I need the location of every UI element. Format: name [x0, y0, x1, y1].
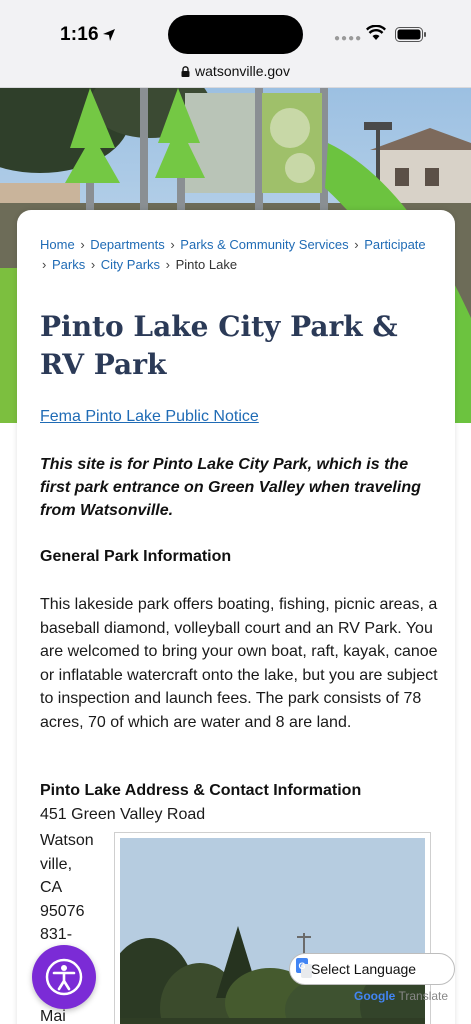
translate-wordmark: Translate — [398, 989, 449, 1003]
address-state: CA — [40, 879, 63, 896]
address-zip: 95076 — [40, 902, 85, 920]
breadcrumb-home[interactable]: Home — [40, 237, 75, 252]
url-text: watsonville.gov — [195, 63, 290, 79]
accessibility-button[interactable] — [32, 945, 96, 1009]
page-title: Pinto Lake City Park & RV Park — [40, 310, 398, 381]
powered-by-google-translate[interactable]: Google Translate — [354, 989, 448, 1003]
address-street: 451 Green Valley Road — [40, 806, 206, 823]
breadcrumb-separator: › — [170, 237, 175, 252]
breadcrumb-separator: › — [42, 257, 47, 272]
breadcrumb-participate[interactable]: Participate — [364, 237, 425, 252]
google-wordmark: Google — [354, 989, 396, 1003]
breadcrumb-parks-community-services[interactable]: Parks & Community Services — [180, 237, 348, 252]
breadcrumb-parks[interactable]: Parks — [52, 257, 85, 272]
content-card: Home › Departments › Parks & Community S… — [17, 210, 455, 1024]
battery-icon — [395, 27, 426, 42]
lock-icon — [181, 66, 190, 77]
language-select-label: Select Language — [311, 961, 417, 977]
breadcrumb-current: Pinto Lake — [175, 257, 238, 272]
status-bar: 1:16 ●●●● — [0, 0, 471, 60]
breadcrumb: Home › Departments › Parks & Community S… — [40, 235, 440, 275]
breadcrumb-separator: › — [80, 237, 85, 252]
breadcrumb-departments[interactable]: Departments — [90, 237, 164, 252]
breadcrumb-separator: › — [354, 237, 359, 252]
language-select[interactable]: G Select Language — [289, 953, 455, 985]
fema-notice-link[interactable]: Fema Pinto Lake Public Notice — [40, 408, 259, 426]
address-heading: Pinto Lake Address & Contact Information — [40, 782, 362, 799]
breadcrumb-separator: › — [90, 257, 96, 272]
svg-text:G: G — [299, 961, 306, 971]
signal-dots: ●●●● — [334, 33, 363, 44]
url-bar[interactable]: watsonville.gov — [0, 60, 471, 88]
breadcrumb-city-parks[interactable]: City Parks — [101, 257, 160, 272]
phone-partial[interactable]: 831- — [40, 923, 95, 947]
general-info-heading: General Park Information — [40, 548, 232, 565]
google-translate-icon: G — [296, 958, 312, 978]
address-city: Watsonville, — [40, 832, 94, 873]
status-time: 1:16 — [60, 24, 99, 45]
breadcrumb-separator: › — [165, 257, 170, 272]
url-display[interactable]: watsonville.gov — [0, 63, 471, 79]
intro-text: This site is for Pinto Lake City Park, w… — [40, 456, 421, 519]
location-arrow-icon — [103, 29, 115, 41]
accessibility-icon — [45, 958, 83, 996]
wifi-icon — [366, 25, 386, 40]
dynamic-island — [168, 15, 303, 54]
general-info-text: This lakeside park offers boating, fishi… — [40, 596, 438, 731]
